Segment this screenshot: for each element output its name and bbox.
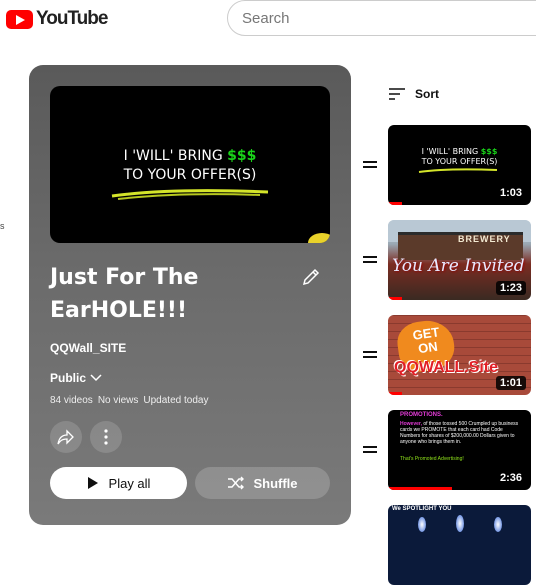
video-thumbnail[interactable]: BREWERY You Are Invited 1:23: [388, 220, 531, 300]
duration-badge: 1:03: [495, 186, 526, 200]
video-count: 84 videos: [50, 395, 93, 406]
drag-handle-icon[interactable]: [361, 444, 379, 456]
thumb-footer: That's Promoted Advertising!: [400, 456, 464, 462]
play-icon: [87, 477, 98, 489]
playlist-video-item[interactable]: We SPOTLIGHT YOU: [361, 505, 536, 585]
thumb-top-text: We SPOTLIGHT YOU: [392, 506, 452, 512]
thumb-line-2: TO YOUR OFFER(S): [421, 157, 498, 166]
sort-label: Sort: [415, 87, 439, 101]
logo-text: YouTube: [36, 8, 108, 29]
top-bar: YouTube Search: [0, 0, 536, 40]
duration-badge: 1:23: [495, 281, 526, 295]
share-button[interactable]: [50, 421, 82, 453]
sort-button[interactable]: Sort: [388, 87, 439, 101]
spotlight: [494, 517, 502, 532]
drag-handle-icon[interactable]: [361, 254, 379, 266]
playlist-video-item[interactable]: PROMOTIONS. However, of those tossed 500…: [361, 410, 536, 490]
watch-progress-bar: [388, 487, 452, 490]
chevron-down-icon: [90, 374, 102, 382]
more-options-button[interactable]: [90, 421, 122, 453]
privacy-dropdown[interactable]: Public: [50, 371, 102, 385]
watch-progress-bar: [388, 202, 402, 205]
thumb-line-1: I 'WILL' BRING $$$: [123, 148, 257, 164]
channel-name[interactable]: QQWall_SITE: [50, 341, 126, 355]
share-icon: [57, 429, 74, 445]
shuffle-button[interactable]: Shuffle: [195, 467, 330, 499]
duration-badge: 1:01: [495, 376, 526, 390]
playlist-video-item[interactable]: I 'WILL' BRING $$$ TO YOUR OFFER(S) 1:03: [361, 125, 536, 205]
highlight-stroke: [418, 168, 498, 173]
spotlight: [418, 517, 426, 532]
watch-progress-bar: [388, 297, 402, 300]
view-count: No views: [97, 395, 139, 406]
brand-text: QQWALL.Site: [394, 359, 498, 376]
playlist-video-item[interactable]: BREWERY You Are Invited 1:23: [361, 220, 536, 300]
youtube-logo-icon: [6, 9, 33, 29]
shuffle-label: Shuffle: [253, 475, 298, 491]
sort-icon: [389, 88, 405, 100]
drag-handle-icon[interactable]: [361, 159, 379, 171]
play-all-label: Play all: [108, 475, 151, 491]
yellow-mark: [308, 233, 330, 243]
sign-text: GET ON: [411, 324, 441, 357]
sidebar-fragment: s: [0, 221, 5, 231]
spotlight: [456, 515, 464, 532]
thumb-body: However, of those tossed 500 Crumpled up…: [400, 421, 519, 445]
thumb-line-2: TO YOUR OFFER(S): [123, 167, 257, 183]
highlight-stroke: [111, 189, 269, 200]
pencil-icon: [302, 268, 320, 286]
playlist-stats: 84 videos No views Updated today: [50, 395, 208, 406]
search-input[interactable]: Search: [227, 0, 536, 36]
video-thumbnail[interactable]: GET ON QQWALL.Site 1:01: [388, 315, 531, 395]
youtube-logo[interactable]: YouTube: [6, 8, 108, 30]
thumb-heading: PROMOTIONS.: [400, 412, 443, 418]
playlist-video-item[interactable]: GET ON QQWALL.Site 1:01: [361, 315, 536, 395]
duration-badge: 2:36: [495, 471, 526, 485]
video-thumbnail[interactable]: PROMOTIONS. However, of those tossed 500…: [388, 410, 531, 490]
sign-text: BREWERY: [458, 234, 511, 244]
video-thumbnail[interactable]: We SPOTLIGHT YOU: [388, 505, 531, 585]
thumb-line-1: I 'WILL' BRING $$$: [421, 147, 498, 156]
edit-title-button[interactable]: [300, 266, 322, 288]
playlist-header-panel: I 'WILL' BRING $$$ TO YOUR OFFER(S) Just…: [29, 65, 351, 525]
privacy-label: Public: [50, 371, 87, 385]
play-all-button[interactable]: Play all: [50, 467, 187, 499]
shuffle-icon: [228, 476, 245, 490]
more-vert-icon: [104, 429, 108, 445]
playlist-thumbnail[interactable]: I 'WILL' BRING $$$ TO YOUR OFFER(S): [50, 86, 330, 243]
playlist-title: Just For The EarHOLE!!!: [50, 265, 199, 323]
watch-progress-bar: [388, 392, 402, 395]
video-thumbnail[interactable]: I 'WILL' BRING $$$ TO YOUR OFFER(S) 1:03: [388, 125, 531, 205]
updated-text: Updated today: [143, 395, 209, 406]
script-text: You Are Invited: [392, 256, 525, 276]
drag-handle-icon[interactable]: [361, 349, 379, 361]
